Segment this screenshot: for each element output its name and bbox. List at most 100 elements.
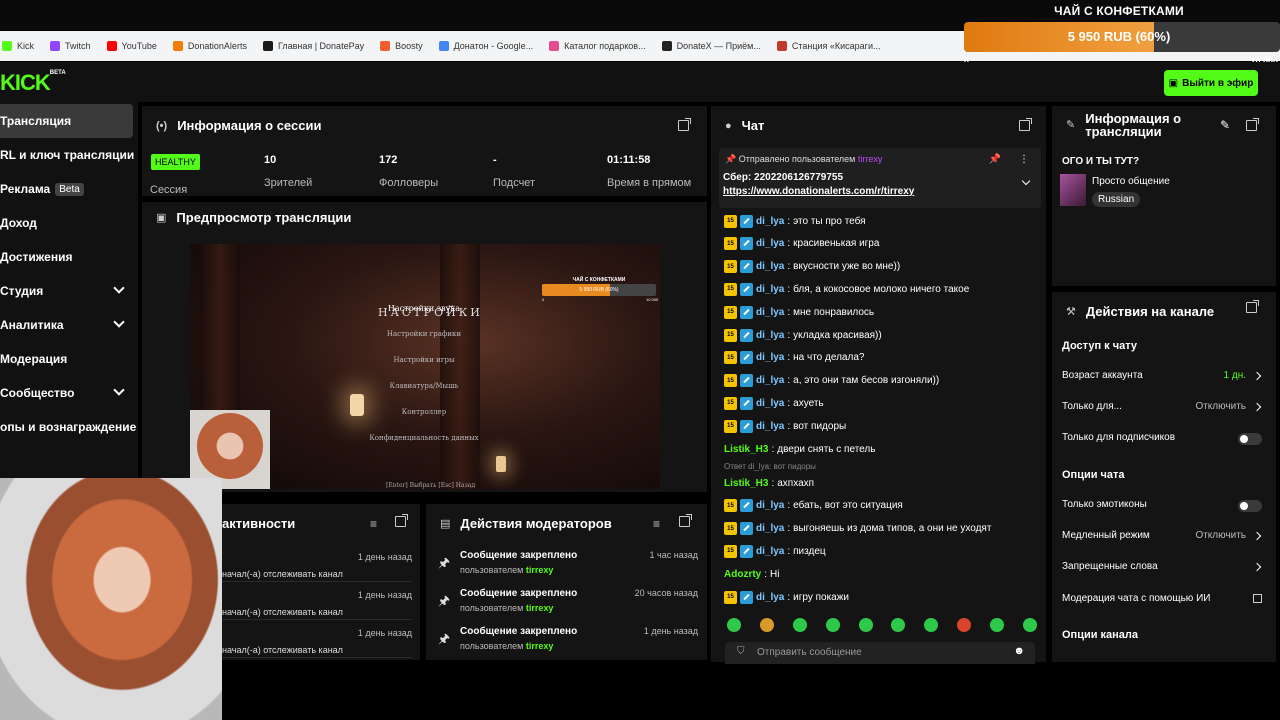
- sidebar-item[interactable]: Реклама Beta: [0, 172, 133, 206]
- chat-username[interactable]: di_lya: [756, 546, 784, 557]
- emotes-only-toggle[interactable]: [1238, 500, 1262, 512]
- bookmark-item[interactable]: YouTube: [106, 41, 157, 51]
- emote-icon[interactable]: [924, 618, 939, 632]
- popout-icon[interactable]: [679, 514, 692, 527]
- chat-colon: :: [771, 477, 775, 489]
- edit-icon[interactable]: ✎: [1220, 118, 1230, 132]
- sidebar-item-label: Модерация: [0, 352, 68, 366]
- document-icon: ▤: [440, 518, 451, 530]
- popout-icon[interactable]: [678, 118, 691, 131]
- chat-username[interactable]: di_lya: [756, 523, 784, 534]
- chat-text: красивенькая игра: [793, 238, 880, 250]
- emote-icon[interactable]: [891, 618, 906, 632]
- emote-icon[interactable]: [990, 618, 1004, 632]
- mod-action-sub: пользователем tirrexy: [460, 565, 553, 575]
- stream-preview-panel: ▣ Предпросмотр трансляции ЧАЙ С КОНФЕТКАМ…: [142, 202, 707, 492]
- more-icon[interactable]: ⋮: [1019, 154, 1029, 165]
- chat-input[interactable]: ⛉ Отправить сообщение ☻: [725, 642, 1035, 664]
- mod-action-row: 🖈 Сообщение закреплено пользователем tirre…: [438, 588, 698, 626]
- external-link-icon: [1253, 594, 1262, 603]
- tools-icon: ⚒: [1066, 306, 1076, 318]
- pinned-line-1: Сбер: 2202206126779755: [723, 172, 844, 183]
- chat-header: ● Чат: [725, 118, 764, 133]
- pin-icon: 🖈: [438, 555, 451, 570]
- mod-actions-header: ▤ Действия модераторов: [440, 516, 612, 531]
- chat-username[interactable]: di_lya: [756, 592, 784, 603]
- activity-time: 1 день назад: [357, 628, 412, 638]
- chat-username[interactable]: di_lya: [756, 398, 784, 409]
- chat-colon: :: [787, 500, 791, 512]
- pinned-link[interactable]: https://www.donationalerts.com/r/tirrexy: [723, 186, 914, 197]
- chat-username[interactable]: di_lya: [756, 238, 784, 249]
- sidebar-item[interactable]: Достижения: [0, 240, 133, 274]
- chat-username[interactable]: di_lya: [756, 352, 784, 363]
- chat-username[interactable]: di_lya: [756, 261, 784, 272]
- chat-username[interactable]: di_lya: [756, 330, 784, 341]
- chat-username[interactable]: di_lya: [756, 500, 784, 511]
- sidebar-item[interactable]: Сообщество: [0, 376, 133, 410]
- banned-words-setting[interactable]: Запрещенные слова: [1062, 561, 1262, 575]
- game-menu-item: Настройки звука: [387, 304, 461, 313]
- chat-username[interactable]: di_lya: [756, 375, 784, 386]
- chat-username[interactable]: di_lya: [756, 284, 784, 295]
- chat-username[interactable]: di_lya: [756, 421, 784, 432]
- bookmark-item[interactable]: Boosty: [380, 41, 423, 51]
- bookmark-item[interactable]: Станция «Кисараги...: [776, 41, 880, 51]
- account-age-setting[interactable]: Возраст аккаунта 1 дн.: [1062, 370, 1262, 384]
- bookmark-item[interactable]: Twitch: [50, 41, 91, 51]
- stream-preview-video[interactable]: ЧАЙ С КОНФЕТКАМИ 5 950 RUB (60%) 0 10 00…: [190, 244, 660, 489]
- video-icon: ▣: [156, 212, 167, 224]
- sidebar-item[interactable]: Студия: [0, 274, 133, 308]
- filter-icon[interactable]: ≡: [653, 517, 660, 531]
- sidebar-item[interactable]: Доход: [0, 206, 133, 240]
- go-live-button[interactable]: ▣ Выйти в эфир: [1164, 70, 1258, 96]
- emote-icon[interactable]: [825, 618, 840, 632]
- chat-username[interactable]: Listik_H3: [724, 444, 768, 455]
- sidebar-item[interactable]: Трансляция: [0, 104, 133, 138]
- chat-username[interactable]: Listik_H3: [724, 478, 768, 489]
- bookmark-icon: [106, 41, 117, 51]
- bookmark-item[interactable]: Главная | DonatePay: [262, 41, 364, 51]
- emote-icon[interactable]: [858, 618, 873, 632]
- pinned-message[interactable]: 📌 Отправлено пользователем tirrexy 📌 ⋮ С…: [719, 148, 1041, 208]
- go-live-label: Выйти в эфир: [1182, 77, 1254, 89]
- chevron-down-icon: [113, 384, 125, 396]
- sidebar-item[interactable]: RL и ключ трансляции: [0, 138, 134, 172]
- filter-icon[interactable]: ≡: [370, 517, 377, 531]
- goal-title: ЧАЙ С КОНФЕТКАМИ: [1054, 4, 1184, 18]
- emote-icon[interactable]: [727, 618, 741, 632]
- bookmark-item[interactable]: Kick: [2, 41, 34, 51]
- subs-only-toggle[interactable]: [1238, 433, 1262, 445]
- activity-row: 1 день назад начал(-а) отслеживать канал: [222, 622, 412, 658]
- chat-username[interactable]: di_lya: [756, 216, 784, 227]
- setting-label: Запрещенные слова: [1062, 561, 1158, 572]
- unpin-icon[interactable]: 📌: [989, 154, 1001, 165]
- popout-icon[interactable]: [1019, 118, 1032, 131]
- emote-icon[interactable]: [1022, 618, 1037, 632]
- donation-goal-overlay: ЧАЙ С КОНФЕТКАМИ 5 950 RUB (60%) 0 10 00…: [964, 0, 1280, 70]
- sidebar-item[interactable]: Аналитика: [0, 308, 133, 342]
- bookmark-item[interactable]: DonationAlerts: [172, 41, 247, 51]
- bookmark-item[interactable]: Донатон - Google...: [438, 41, 533, 51]
- only-for-setting[interactable]: Только для... Отключить: [1062, 401, 1262, 415]
- emoji-icon[interactable]: ☻: [1013, 645, 1025, 657]
- chat-username[interactable]: di_lya: [756, 307, 784, 318]
- kick-logo[interactable]: KICKBETA: [0, 70, 66, 96]
- chat-text: ахпхахп: [777, 477, 815, 489]
- chat-username[interactable]: Adozrty: [724, 569, 761, 580]
- slow-mode-setting[interactable]: Медленный режим Отключить: [1062, 530, 1262, 544]
- emote-icon[interactable]: [792, 618, 807, 632]
- chevron-down-icon[interactable]: [1021, 176, 1031, 186]
- emote-icon[interactable]: [759, 618, 774, 632]
- bookmark-item[interactable]: DonateX — Приём...: [661, 41, 761, 51]
- popout-icon[interactable]: [395, 514, 408, 527]
- ai-moderation-setting[interactable]: Модерация чата с помощью ИИ: [1062, 593, 1262, 607]
- sidebar-item[interactable]: опы и вознаграждение: [0, 410, 136, 444]
- chat-message: 15 di_lya: мне понравилось: [724, 303, 874, 321]
- sidebar-item[interactable]: Модерация: [0, 342, 133, 376]
- emote-icon[interactable]: [957, 618, 972, 632]
- bookmark-label: Каталог подарков...: [564, 41, 646, 51]
- popout-icon[interactable]: [1246, 118, 1259, 131]
- popout-icon[interactable]: [1246, 300, 1259, 313]
- bookmark-item[interactable]: Каталог подарков...: [549, 41, 646, 51]
